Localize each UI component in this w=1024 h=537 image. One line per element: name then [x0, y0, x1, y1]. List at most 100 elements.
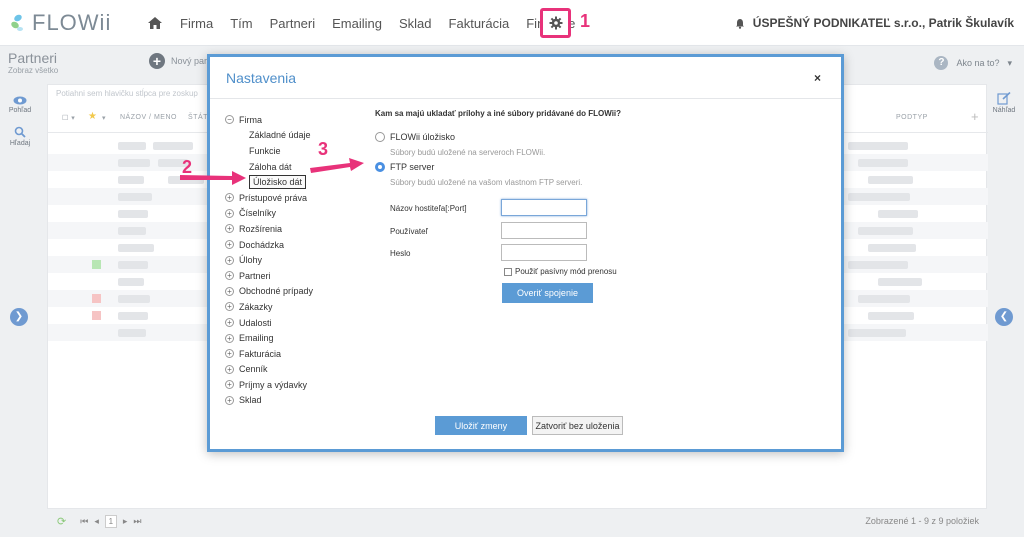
nav-emailing[interactable]: Emailing — [332, 16, 382, 31]
next-page-icon[interactable]: ▸ — [123, 516, 128, 527]
passive-mode-checkbox[interactable] — [504, 267, 512, 276]
main-nav: Firma Tím Partneri Emailing Sklad Faktur… — [146, 0, 592, 46]
page-title: Partneri — [8, 50, 58, 66]
tree-item-ciselniky[interactable]: + Číselníky — [225, 206, 365, 222]
tree-item-partneri[interactable]: + Partneri — [225, 268, 365, 284]
page-number[interactable]: 1 — [104, 515, 117, 528]
expand-icon[interactable]: + — [225, 255, 234, 265]
tree-item-zakazky[interactable]: + Zákazky — [225, 299, 365, 315]
first-page-icon[interactable]: ⏮ — [80, 516, 88, 527]
scroll-left-button[interactable]: ❯ — [10, 308, 28, 326]
radio-ftp[interactable] — [375, 162, 385, 172]
expand-icon[interactable]: + — [225, 224, 234, 234]
tree-item-cennik[interactable]: + Cenník — [225, 362, 365, 378]
callout-3: 3 — [318, 139, 329, 159]
close-without-saving-button[interactable]: Zatvoriť bez uloženia — [532, 416, 623, 435]
expand-icon[interactable]: + — [225, 318, 234, 328]
expand-icon[interactable]: + — [225, 286, 234, 296]
settings-button[interactable] — [540, 8, 571, 38]
user-menu[interactable]: ÚSPEŠNÝ PODNIKATEĽ s.r.o., Patrik Škulav… — [735, 16, 1014, 30]
preview-button[interactable]: Náhľad — [986, 91, 1022, 114]
select-all-checkbox[interactable]: ☐ ▾ — [62, 114, 75, 122]
view-button[interactable]: Pohľad — [4, 96, 36, 114]
password-input[interactable] — [501, 244, 587, 261]
save-changes-button[interactable]: Uložiť zmeny — [435, 416, 527, 435]
tree-item-funkcie[interactable]: Funkcie — [225, 143, 365, 159]
tree-item-udalosti[interactable]: + Udalosti — [225, 315, 365, 331]
expand-icon[interactable]: + — [225, 302, 234, 312]
expand-icon[interactable]: + — [225, 240, 234, 250]
option-ftp-server[interactable]: FTP server — [375, 162, 434, 172]
star-dropdown[interactable]: ▾ — [102, 114, 106, 122]
item-count: Zobrazené 1 - 9 z 9 položiek — [865, 516, 979, 526]
help-label: Ako na to? — [956, 58, 1000, 68]
tree-item-fakturacia[interactable]: + Fakturácia — [225, 346, 365, 362]
prev-page-icon[interactable]: ◂ — [94, 516, 99, 527]
callout-1: 1 — [580, 11, 591, 31]
tree-item-rozsirenia[interactable]: + Rozšírenia — [225, 221, 365, 237]
scroll-right-button[interactable]: ❮ — [995, 308, 1013, 326]
expand-icon[interactable]: + — [225, 271, 234, 281]
storage-question: Kam sa majú ukladať prílohy a iné súbory… — [375, 109, 622, 118]
tree-item-obchodne-pripady[interactable]: + Obchodné prípady — [225, 284, 365, 300]
tree-item-sklad[interactable]: + Sklad — [225, 393, 365, 409]
user-name: ÚSPEŠNÝ PODNIKATEĽ s.r.o., Patrik Škulav… — [752, 16, 1014, 30]
nav-partneri[interactable]: Partneri — [270, 16, 316, 31]
view-label: Pohľad — [8, 107, 32, 114]
star-icon[interactable]: ★ — [88, 111, 97, 122]
expand-icon[interactable]: + — [225, 193, 234, 203]
bell-icon[interactable] — [735, 18, 745, 29]
col-state[interactable]: ŠTÁT — [188, 114, 208, 121]
new-partner-label: Nový part — [171, 56, 210, 66]
group-hint: Potiahni sem hlavičku stĺpca pre zoskup — [56, 89, 198, 98]
expand-icon[interactable]: + — [225, 349, 234, 359]
tree-item-pristupove-prava[interactable]: + Prístupové práva — [225, 190, 365, 206]
tree-item-firma[interactable]: − Firma — [225, 112, 365, 128]
host-input[interactable] — [501, 199, 587, 216]
tree-item-prijmy-a-vydavky[interactable]: + Príjmy a výdavky — [225, 377, 365, 393]
tree-item-ulozisko-dat[interactable]: Úložisko dát — [225, 174, 365, 190]
expand-icon[interactable]: + — [225, 333, 234, 343]
tree-item-zaloha-dat[interactable]: Záloha dát — [225, 159, 365, 175]
expand-icon[interactable]: + — [225, 395, 234, 405]
add-column-icon[interactable]: + — [971, 109, 979, 124]
settings-dialog: Nastavenia × − Firma Základné údaje Funk… — [207, 54, 844, 452]
user-input[interactable] — [501, 222, 587, 239]
refresh-icon[interactable]: ⟳ — [57, 515, 66, 528]
logo-leaf-icon — [11, 14, 23, 31]
nav-firma[interactable]: Firma — [180, 16, 213, 31]
last-page-icon[interactable]: ⏭ — [133, 516, 141, 527]
expand-icon[interactable]: + — [225, 364, 234, 374]
expand-icon[interactable]: + — [225, 380, 234, 390]
top-bar: FLOWii Firma Tím Partneri Emailing Sklad… — [0, 0, 1024, 46]
dialog-title: Nastavenia — [226, 70, 297, 86]
preview-label: Náhľad — [992, 107, 1016, 114]
tree-item-ulohy[interactable]: + Úlohy — [225, 252, 365, 268]
close-icon[interactable]: × — [814, 71, 821, 85]
nav-tim[interactable]: Tím — [230, 16, 252, 31]
collapse-icon[interactable]: − — [225, 115, 234, 125]
passive-mode-option[interactable]: Použiť pasívny mód prenosu — [504, 267, 617, 276]
expand-icon[interactable]: + — [225, 208, 234, 218]
option-flowii-storage[interactable]: FLOWii úložisko — [375, 132, 455, 142]
col-subtype[interactable]: PODTYP — [896, 114, 928, 121]
app-logo[interactable]: FLOWii — [10, 10, 111, 36]
new-partner-button[interactable]: + Nový part — [149, 53, 210, 69]
nav-fakturacia[interactable]: Fakturácia — [449, 16, 510, 31]
tree-item-zakladne-udaje[interactable]: Základné údaje — [225, 128, 365, 144]
radio-flowii[interactable] — [375, 132, 385, 142]
verify-connection-button[interactable]: Overiť spojenie — [502, 283, 593, 303]
nav-sklad[interactable]: Sklad — [399, 16, 432, 31]
tree-item-emailing[interactable]: + Emailing — [225, 330, 365, 346]
ftp-hint: Súbory budú uložené na vašom vlastnom FT… — [390, 178, 583, 187]
search-label: Hľadaj — [9, 140, 31, 147]
home-icon[interactable] — [146, 14, 164, 32]
page-subtitle[interactable]: Zobraz všetko — [8, 66, 58, 75]
storage-settings: Kam sa majú ukladať prílohy a iné súbory… — [375, 109, 825, 303]
search-button[interactable]: Hľadaj — [4, 126, 36, 147]
tree-item-dochadzka[interactable]: + Dochádzka — [225, 237, 365, 253]
eye-icon — [13, 96, 27, 105]
col-name[interactable]: NÁZOV / MENO — [120, 114, 177, 121]
help-button[interactable]: ? Ako na to? ▾ — [934, 56, 1012, 70]
gear-icon — [549, 16, 562, 30]
